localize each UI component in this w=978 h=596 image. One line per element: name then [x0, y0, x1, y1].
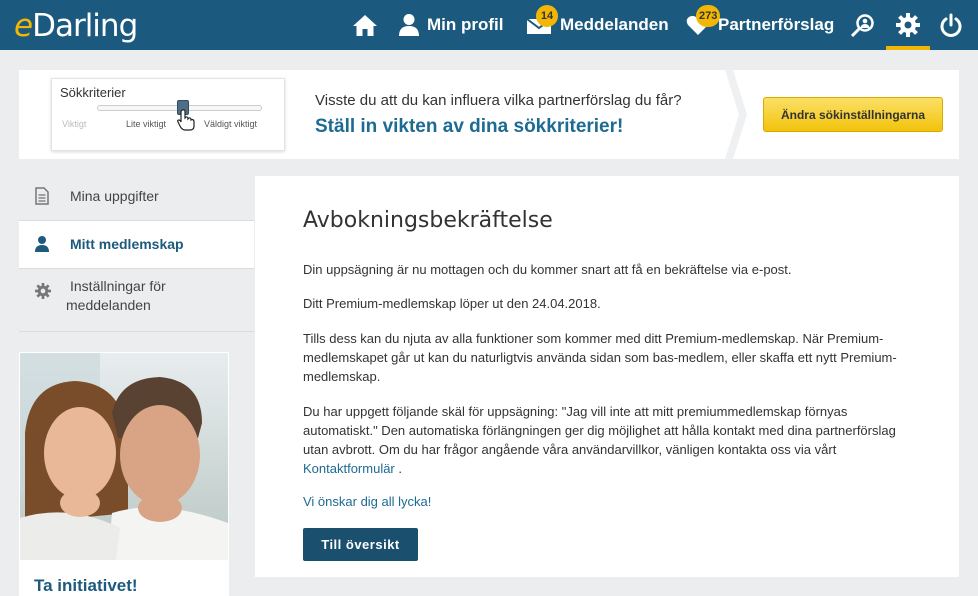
to-overview-button[interactable]: Till översikt [303, 528, 418, 561]
nav-search[interactable] [850, 0, 876, 50]
partner-suggestions-count-badge: 273 [696, 5, 721, 27]
home-icon [352, 13, 378, 37]
promo-card[interactable]: Ta initiativet! [19, 352, 229, 596]
search-criteria-banner: Sökkriterier Viktigt Lite viktigt Väldig… [19, 70, 959, 159]
expiry-paragraph: Ditt Premium-medlemskap löper ut den 24.… [303, 296, 601, 311]
gear-icon [35, 283, 51, 302]
sidebar-item-my-details[interactable]: Mina uppgifter [19, 173, 254, 221]
promo-title: Ta initiativet! [34, 576, 138, 595]
confirmation-paragraph: Din uppsägning är nu mottagen och du kom… [303, 262, 792, 277]
criteria-weight-slider-card: Sökkriterier Viktigt Lite viktigt Väldig… [51, 78, 285, 151]
page-title: Avbokningsbekräftelse [303, 208, 553, 233]
criteria-cta-heading: Ställ in vikten av dina sökkriterier! [315, 116, 624, 137]
sidebar-item-label-line2: meddelanden [66, 297, 151, 313]
person-icon [399, 13, 419, 37]
search-people-icon [850, 13, 876, 37]
sidebar-item-label: Mina uppgifter [70, 188, 159, 204]
features-paragraph: Tills dess kan du njuta av alla funktion… [303, 331, 897, 384]
slider-label-mid: Lite viktigt [126, 119, 167, 129]
person-icon [35, 235, 49, 256]
top-navigation-bar: eDarling Min profil Meddelanden 14 Partn… [0, 0, 978, 50]
nav-my-profile[interactable]: Min profil [399, 0, 503, 50]
sidebar-item-label-line1: Inställningar för [70, 278, 166, 294]
slider-label-high: Väldigt viktigt [204, 119, 258, 129]
couple-photo [20, 353, 228, 560]
gear-icon [896, 13, 920, 37]
sidebar-item-my-membership[interactable]: Mitt medlemskap [19, 221, 254, 269]
messages-count-badge: 14 [536, 5, 558, 27]
nav-settings[interactable] [896, 0, 920, 50]
criteria-slider-title: Sökkriterier [60, 85, 126, 100]
nav-logout[interactable] [940, 0, 962, 50]
power-icon [940, 13, 962, 37]
sidebar-item-notification-settings[interactable]: Inställningar för meddelanden [19, 269, 254, 332]
active-nav-indicator [886, 46, 930, 50]
account-sidebar-menu: Mina uppgifter Mitt medlemskap Inställni… [19, 173, 254, 332]
nav-home[interactable] [352, 0, 378, 50]
nav-my-profile-label: Min profil [427, 15, 504, 34]
document-icon [35, 187, 49, 208]
sidebar-item-label: Mitt medlemskap [70, 236, 184, 252]
edarling-logo[interactable]: eDarling [14, 8, 138, 44]
hand-cursor-icon [177, 109, 195, 136]
criteria-question: Visste du att du kan influera vilka part… [315, 92, 682, 109]
farewell-text: Vi önskar dig all lycka! [303, 494, 432, 509]
reason-paragraph: Du har uppgett följande skäl för uppsägn… [303, 404, 896, 476]
change-search-settings-button[interactable]: Ändra sökinställningarna [763, 97, 943, 132]
contact-form-link[interactable]: Kontaktformulär [303, 461, 395, 476]
chevron-divider-icon [725, 70, 747, 159]
cancellation-confirmation-panel: Avbokningsbekräftelse Din uppsägning är … [255, 176, 959, 577]
nav-partner-suggestions-label: Partnerförslag [718, 15, 835, 34]
slider-label-low: Viktigt [62, 119, 87, 129]
nav-messages-label: Meddelanden [560, 15, 669, 34]
